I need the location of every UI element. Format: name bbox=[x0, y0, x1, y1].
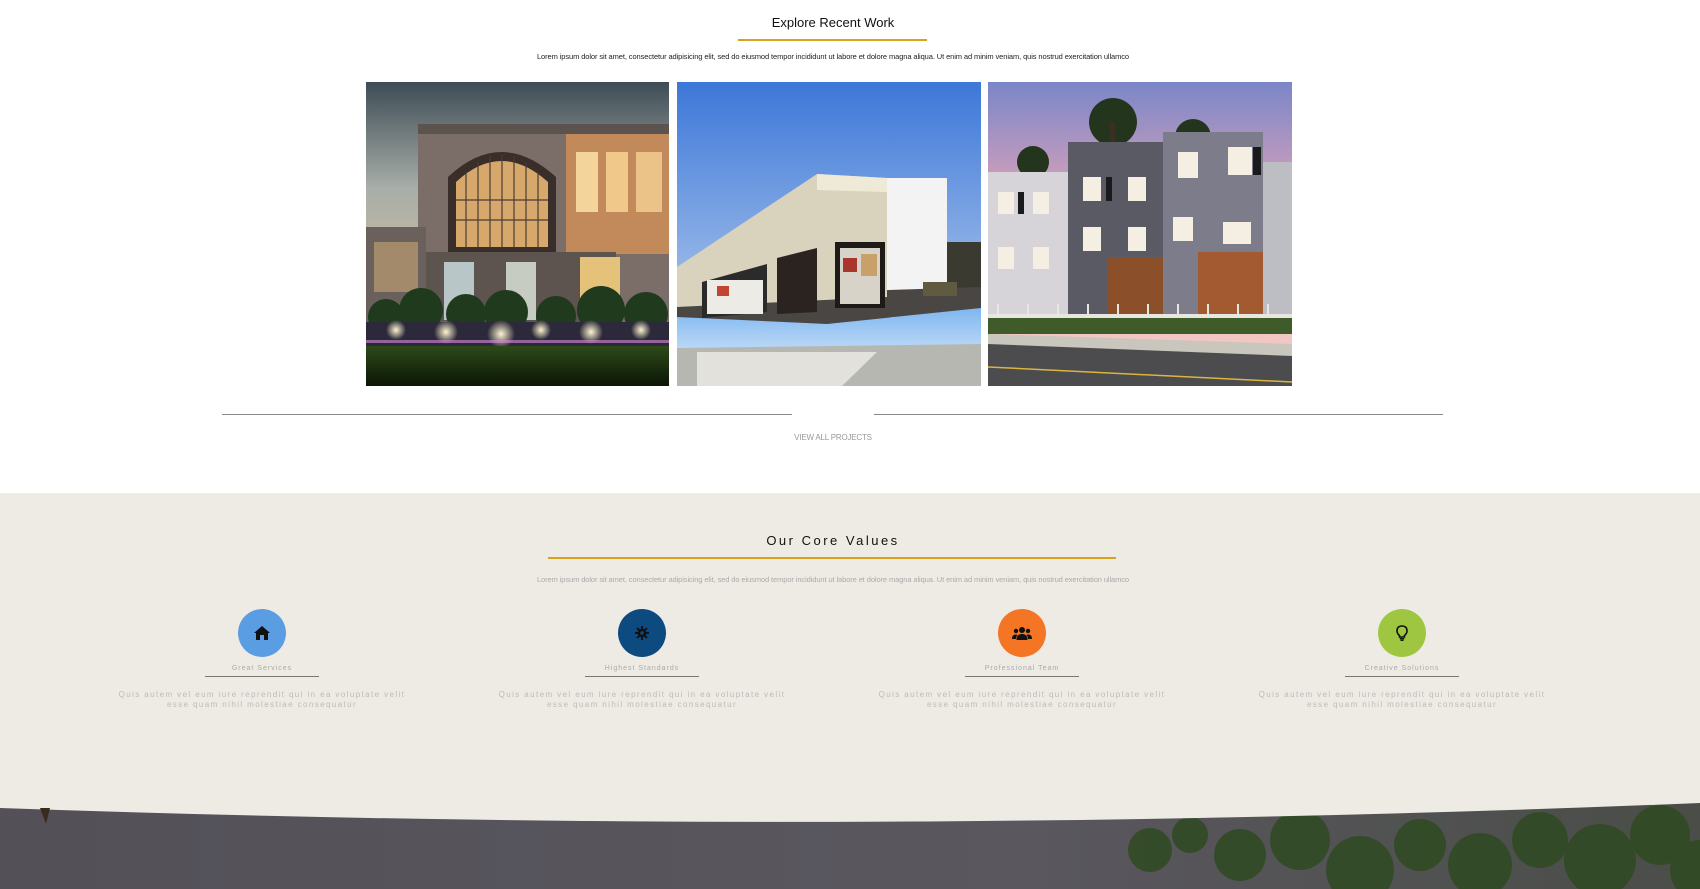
value-card-highest-standards: Highest Standards Quis autem vel eum iur… bbox=[492, 609, 792, 710]
footer-banner-image bbox=[0, 800, 1700, 889]
project-image-modern-building[interactable] bbox=[366, 82, 669, 386]
value-underline bbox=[585, 676, 699, 677]
recent-work-title-underline bbox=[738, 39, 927, 41]
value-label: Creative Solutions bbox=[1364, 665, 1440, 672]
core-values-title-underline bbox=[548, 557, 1116, 559]
project-image-townhouses[interactable] bbox=[988, 82, 1292, 386]
value-card-creative-solutions: Creative Solutions Quis autem vel eum iu… bbox=[1252, 609, 1552, 710]
value-underline bbox=[1345, 676, 1459, 677]
lightbulb-icon[interactable] bbox=[1378, 609, 1426, 657]
recent-work-section: Explore Recent Work Lorem ipsum dolor si… bbox=[0, 0, 1700, 493]
value-description: Quis autem vel eum iure reprendit qui in… bbox=[878, 690, 1166, 709]
value-card-great-services: Great Services Quis autem vel eum iure r… bbox=[112, 609, 412, 710]
gear-icon[interactable] bbox=[618, 609, 666, 657]
home-icon[interactable] bbox=[238, 609, 286, 657]
users-icon[interactable] bbox=[998, 609, 1046, 657]
value-description: Quis autem vel eum iure reprendit qui in… bbox=[118, 690, 406, 709]
value-underline bbox=[965, 676, 1079, 677]
value-card-professional-team: Professional Team Quis autem vel eum iur… bbox=[872, 609, 1172, 710]
value-description: Quis autem vel eum iure reprendit qui in… bbox=[498, 690, 786, 709]
value-description: Quis autem vel eum iure reprendit qui in… bbox=[1258, 690, 1546, 709]
value-label: Great Services bbox=[231, 665, 293, 672]
divider-left bbox=[222, 414, 792, 415]
divider-right bbox=[874, 414, 1443, 415]
project-image-pool-house[interactable] bbox=[677, 82, 981, 386]
value-label: Professional Team bbox=[984, 665, 1060, 672]
value-label: Highest Standards bbox=[604, 665, 680, 672]
view-all-projects-link[interactable]: VIEW ALL PROJECTS bbox=[760, 433, 906, 442]
core-values-subtitle: Lorem ipsum dolor sit amet, consectetur … bbox=[536, 575, 1129, 584]
recent-work-title: Explore Recent Work bbox=[771, 15, 895, 30]
core-values-title: Our Core Values bbox=[766, 533, 900, 548]
recent-work-subtitle: Lorem ipsum dolor sit amet, consectetur … bbox=[536, 52, 1129, 61]
value-underline bbox=[205, 676, 319, 677]
